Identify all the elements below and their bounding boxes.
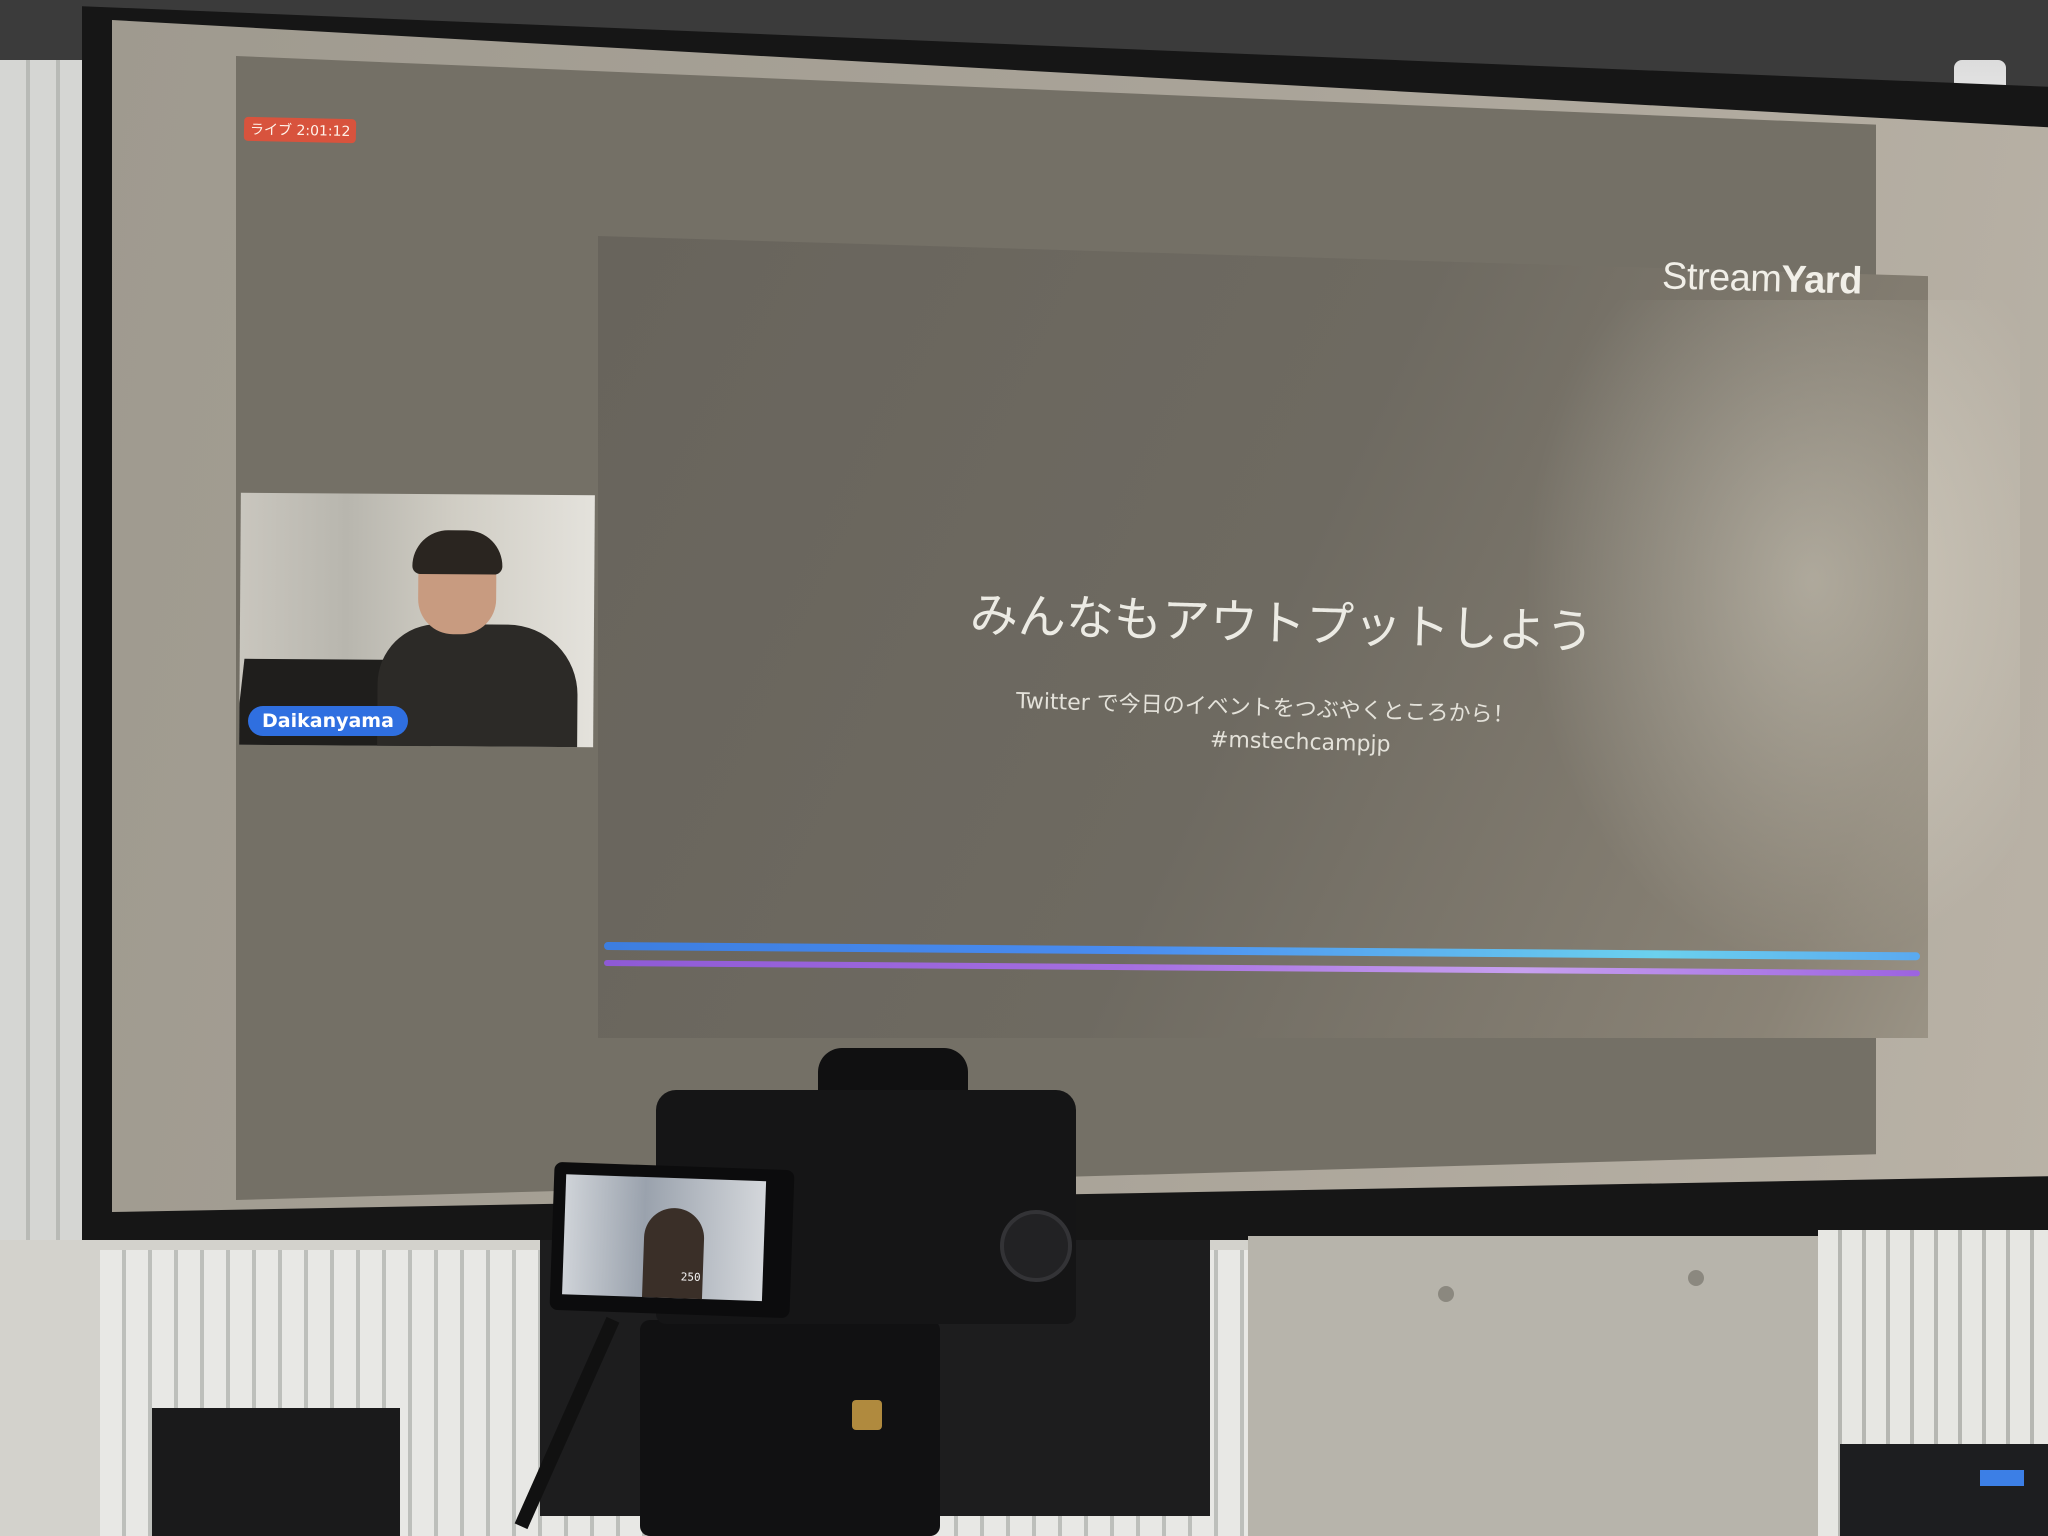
pillar-bolt-hole	[1438, 1286, 1454, 1302]
device-display	[1980, 1470, 2024, 1486]
camera-preview-speaker	[641, 1207, 706, 1300]
speaker-name-tag: Daikanyama	[248, 706, 408, 736]
logo-part-bold: Yard	[1780, 258, 1863, 303]
live-status-badge: ライブ 2:01:12	[243, 116, 357, 144]
camera-preview	[562, 1174, 767, 1302]
pillar-bolt-hole	[1688, 1270, 1704, 1286]
room-scene: ライブ 2:01:12 StreamYard みんなもアウトプットしよう Twi…	[0, 0, 2048, 1536]
speaker-body	[376, 623, 578, 748]
tripod-knob	[852, 1400, 882, 1430]
logo-part-light: Stream	[1661, 255, 1783, 301]
slide-hashtag: #mstechcampjp	[1209, 727, 1391, 758]
tripod-head	[640, 1320, 940, 1536]
equipment-box	[152, 1408, 400, 1536]
speaker-hair	[412, 529, 503, 575]
camera-dial	[1000, 1210, 1072, 1282]
camera-flip-screen: 250	[549, 1161, 795, 1319]
concrete-pillar	[1248, 1236, 1818, 1536]
streamyard-logo: StreamYard	[1661, 255, 1862, 303]
camera-readout: 250	[680, 1270, 701, 1285]
audio-receiver-device	[1840, 1444, 2048, 1536]
